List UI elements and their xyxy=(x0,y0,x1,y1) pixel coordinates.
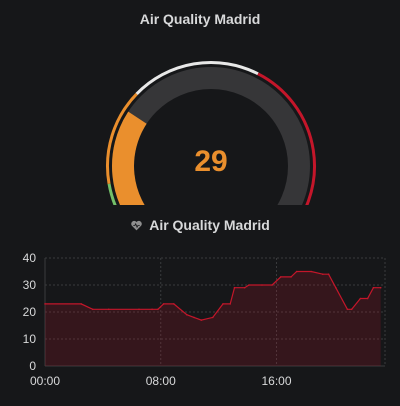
series-point-0-7 xyxy=(162,303,165,305)
series-point-0-2 xyxy=(91,308,94,311)
series-point-0-19 xyxy=(271,284,273,286)
y-tick-label-3: 30 xyxy=(23,278,37,292)
series-point-0-21 xyxy=(290,276,292,278)
gauge-panel: Air Quality Madrid 29 xyxy=(0,0,400,241)
series-point-0-0 xyxy=(44,303,46,305)
series-point-0-22 xyxy=(295,270,298,273)
series-point-0-5 xyxy=(151,308,153,311)
gauge-value: 29 xyxy=(194,145,227,178)
series-point-0-26 xyxy=(335,286,337,289)
series-point-0-30 xyxy=(366,297,369,300)
series-point-0-1 xyxy=(80,303,82,305)
series-point-0-4 xyxy=(138,308,140,311)
series-point-0-12 xyxy=(212,316,214,319)
series-point-0-29 xyxy=(359,297,362,300)
graph-panel-title-bar: Air Quality Madrid xyxy=(0,217,400,233)
y-tick-label-4: 40 xyxy=(23,251,37,265)
series-point-0-10 xyxy=(193,316,195,319)
series-point-0-16 xyxy=(243,286,246,289)
series-point-0-20 xyxy=(280,276,282,278)
x-tick-label-2: 16:00 xyxy=(261,374,291,388)
series-point-0-3 xyxy=(107,308,110,311)
gauge-track xyxy=(112,67,310,236)
graph-panel: Air Quality Madrid 0 10 20 30 40 00:00 08:00 16… xyxy=(0,205,400,401)
y-tick-label-1: 10 xyxy=(23,332,37,346)
gauge-panel-title: Air Quality Madrid xyxy=(139,11,261,27)
series-point-0-9 xyxy=(186,313,188,316)
series-point-0-32 xyxy=(379,286,382,289)
series-point-0-28 xyxy=(350,308,353,311)
series-point-0-13 xyxy=(222,303,224,305)
series-area-0 xyxy=(45,271,381,366)
y-tick-label-2: 20 xyxy=(23,305,37,319)
series-point-0-17 xyxy=(248,284,250,286)
heart-icon xyxy=(131,220,142,231)
series-point-0-25 xyxy=(327,273,330,275)
series-point-0-14 xyxy=(229,303,231,305)
series-point-0-18 xyxy=(261,284,263,286)
series-point-0-23 xyxy=(310,270,313,273)
x-tick-label-1: 08:00 xyxy=(146,374,176,388)
y-tick-label-0: 0 xyxy=(29,359,36,373)
graph-panel-title: Air Quality Madrid xyxy=(149,217,270,233)
series-point-0-6 xyxy=(157,308,159,311)
series-point-0-27 xyxy=(346,308,349,311)
series-point-0-31 xyxy=(372,286,375,289)
gauge-value-arc xyxy=(112,111,157,237)
series-point-0-8 xyxy=(173,303,175,305)
series-point-0-11 xyxy=(200,319,203,321)
x-tick-label-0: 00:00 xyxy=(30,374,60,388)
series-point-0-15 xyxy=(233,286,236,289)
time-series-chart: 0 10 20 30 40 00:00 08:00 16:00 xyxy=(23,251,386,388)
series-point-0-24 xyxy=(322,273,324,275)
gauge-chart: 29 xyxy=(106,60,317,241)
